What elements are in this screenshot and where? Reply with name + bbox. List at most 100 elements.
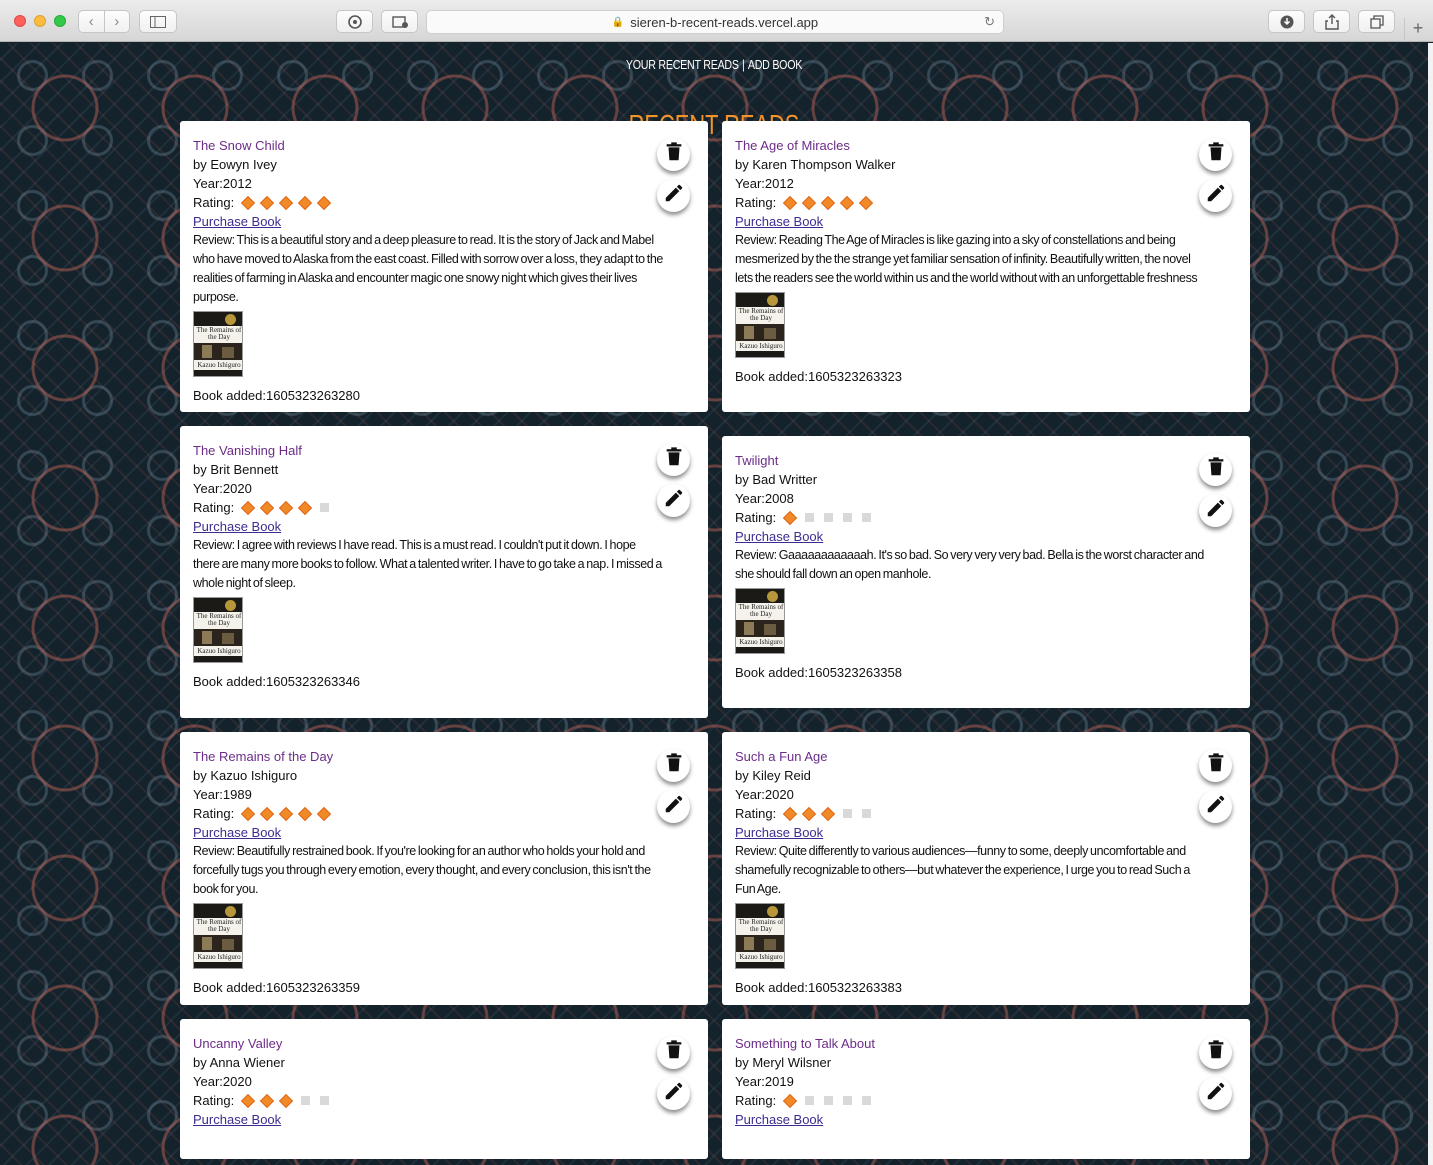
book-card: The Remains of the Day by Kazuo Ishiguro Y…	[180, 732, 708, 1005]
tabs-icon	[1369, 14, 1384, 29]
delete-button[interactable]	[1199, 453, 1232, 486]
download-icon	[1280, 15, 1293, 28]
book-title[interactable]: The Snow Child	[193, 136, 695, 155]
nav-add-book-link[interactable]: ADD BOOK	[748, 57, 803, 72]
scrollbar[interactable]	[1428, 43, 1433, 1165]
book-author: by Kazuo Ishiguro	[193, 768, 298, 783]
rating-label: Rating:	[193, 500, 235, 515]
sidebar-toggle-button[interactable]	[139, 10, 177, 33]
pencil-icon	[663, 487, 685, 514]
extension-button[interactable]	[336, 10, 373, 33]
share-button[interactable]	[1313, 10, 1350, 33]
book-review: Review: Beautifully restrained book. If …	[193, 844, 651, 896]
book-year: Year:2020	[193, 1074, 252, 1089]
book-author: by Kiley Reid	[735, 768, 811, 783]
delete-button[interactable]	[657, 1036, 690, 1069]
rating-empty-icon	[843, 809, 853, 818]
purchase-book-link[interactable]: Purchase Book	[735, 529, 823, 544]
book-author: by Eowyn Ivey	[193, 157, 277, 172]
book-added: Book added:1605323263346	[193, 674, 360, 689]
nav-recent-reads-link[interactable]: YOUR RECENT READS	[626, 57, 739, 72]
rating-filled-icon	[783, 1093, 798, 1108]
book-title[interactable]: Something to Talk About	[735, 1034, 1237, 1053]
book-title[interactable]: Uncanny Valley	[193, 1034, 695, 1053]
edit-button[interactable]	[1199, 1077, 1232, 1110]
minimize-window-button[interactable]	[34, 15, 46, 27]
back-icon[interactable]: ‹	[79, 11, 104, 32]
trash-icon	[1205, 752, 1227, 779]
rating-filled-icon	[783, 195, 798, 210]
purchase-book-link[interactable]: Purchase Book	[193, 825, 281, 840]
book-year: Year:2008	[735, 491, 794, 506]
delete-button[interactable]	[1199, 749, 1232, 782]
book-author: by Meryl Wilsner	[735, 1055, 832, 1070]
trash-icon	[663, 141, 685, 168]
purchase-book-link[interactable]: Purchase Book	[735, 1112, 823, 1127]
forward-icon[interactable]: ›	[103, 11, 130, 32]
rating-label: Rating:	[735, 510, 777, 525]
purchase-book-link[interactable]: Purchase Book	[193, 1112, 281, 1127]
purchase-book-link[interactable]: Purchase Book	[735, 825, 823, 840]
book-year: Year:2012	[735, 176, 794, 191]
book-title[interactable]: The Remains of the Day	[193, 747, 695, 766]
rating-empty-icon	[862, 809, 872, 818]
url-text: sieren-b-recent-reads.vercel.app	[630, 14, 819, 30]
edit-button[interactable]	[657, 484, 690, 517]
book-author: by Karen Thompson Walker	[735, 157, 896, 172]
trash-icon	[1205, 141, 1227, 168]
edit-button[interactable]	[1199, 179, 1232, 212]
delete-button[interactable]	[657, 443, 690, 476]
rating-filled-icon	[241, 195, 256, 210]
rating-label: Rating:	[193, 195, 235, 210]
screenshot-button[interactable]	[381, 10, 418, 33]
book-title[interactable]: The Vanishing Half	[193, 441, 695, 460]
rating-filled-icon	[802, 806, 817, 821]
rating-empty-icon	[320, 503, 330, 512]
rating-empty-icon	[862, 1096, 872, 1105]
book-cover-image: The Remains of the Day Kazuo Ishiguro	[193, 311, 243, 377]
delete-button[interactable]	[657, 138, 690, 171]
delete-button[interactable]	[657, 749, 690, 782]
edit-button[interactable]	[657, 790, 690, 823]
address-bar[interactable]: 🔒 sieren-b-recent-reads.vercel.app ↻	[426, 10, 1004, 34]
trash-icon	[1205, 456, 1227, 483]
pencil-icon	[663, 1080, 685, 1107]
book-title[interactable]: Twilight	[735, 451, 1237, 470]
book-year: Year:2020	[735, 787, 794, 802]
cover-author: Kazuo Ishiguro	[739, 953, 783, 961]
purchase-book-link[interactable]: Purchase Book	[193, 214, 281, 229]
pencil-icon	[1205, 1080, 1227, 1107]
purchase-book-link[interactable]: Purchase Book	[193, 519, 281, 534]
card-actions	[657, 138, 693, 220]
rating-filled-icon	[783, 806, 798, 821]
book-review: Review: Reading The Age of Miracles is l…	[735, 233, 1198, 285]
rating-filled-icon	[279, 195, 294, 210]
rating-filled-icon	[260, 1093, 275, 1108]
rating-filled-icon	[821, 806, 836, 821]
purchase-book-link[interactable]: Purchase Book	[735, 214, 823, 229]
reload-icon[interactable]: ↻	[984, 14, 995, 30]
delete-button[interactable]	[1199, 1036, 1232, 1069]
book-title[interactable]: The Age of Miracles	[735, 136, 1237, 155]
new-tab-button[interactable]: +	[1404, 18, 1431, 40]
rating-filled-icon	[298, 806, 313, 821]
close-window-button[interactable]	[14, 15, 26, 27]
edit-button[interactable]	[657, 179, 690, 212]
pencil-icon	[663, 793, 685, 820]
edit-button[interactable]	[1199, 494, 1232, 527]
zoom-window-button[interactable]	[54, 15, 66, 27]
book-card: Such a Fun Age by Kiley Reid Year:2020 Rati…	[722, 732, 1250, 1005]
card-actions	[1199, 138, 1235, 220]
rating-empty-icon	[824, 513, 834, 522]
pencil-icon	[663, 182, 685, 209]
book-card: Twilight by Bad Writter Year:2008 Rating: Pu…	[722, 436, 1250, 708]
delete-button[interactable]	[1199, 138, 1232, 171]
book-author: by Bad Writter	[735, 472, 818, 487]
edit-button[interactable]	[657, 1077, 690, 1110]
capture-icon	[391, 15, 408, 28]
downloads-button[interactable]	[1268, 10, 1305, 33]
edit-button[interactable]	[1199, 790, 1232, 823]
cover-author: Kazuo Ishiguro	[739, 342, 783, 350]
tabs-overview-button[interactable]	[1358, 10, 1395, 33]
book-title[interactable]: Such a Fun Age	[735, 747, 1237, 766]
